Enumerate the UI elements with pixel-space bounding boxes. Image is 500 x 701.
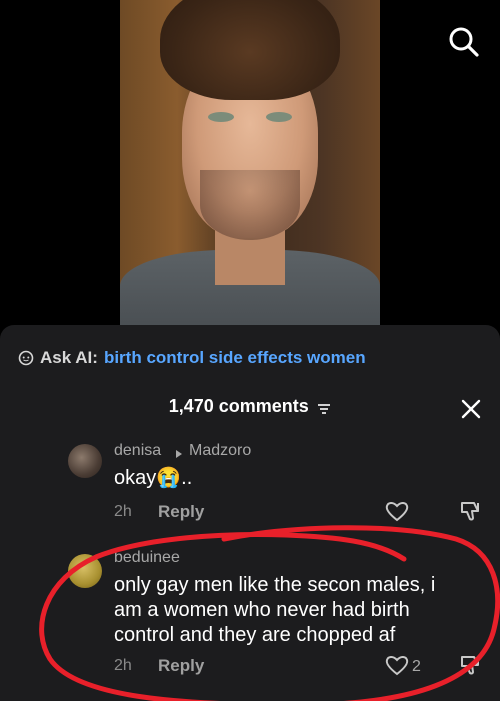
- ask-ai-query-link[interactable]: birth control side effects women: [104, 348, 366, 368]
- avatar[interactable]: [68, 444, 102, 478]
- video-frame-photo: [120, 0, 380, 330]
- reply-to-username[interactable]: Madzoro: [189, 442, 251, 460]
- comment-username[interactable]: denisa: [114, 442, 161, 460]
- ask-ai-label: Ask AI:: [40, 348, 98, 367]
- video-area[interactable]: [0, 0, 500, 330]
- ask-ai-suggestion[interactable]: Ask AI: birth control side effects women: [18, 347, 366, 369]
- ai-chat-icon: [18, 350, 34, 366]
- red-annotation-circle: [39, 525, 500, 701]
- comments-header: 1,470 comments: [0, 396, 500, 420]
- reply-arrow-icon: [175, 446, 183, 458]
- search-icon[interactable]: [447, 25, 481, 59]
- comment-text: okay😭..: [114, 467, 193, 489]
- close-icon[interactable]: [460, 398, 482, 420]
- comments-count: 1,470 comments: [168, 396, 309, 416]
- filter-icon[interactable]: [317, 402, 331, 414]
